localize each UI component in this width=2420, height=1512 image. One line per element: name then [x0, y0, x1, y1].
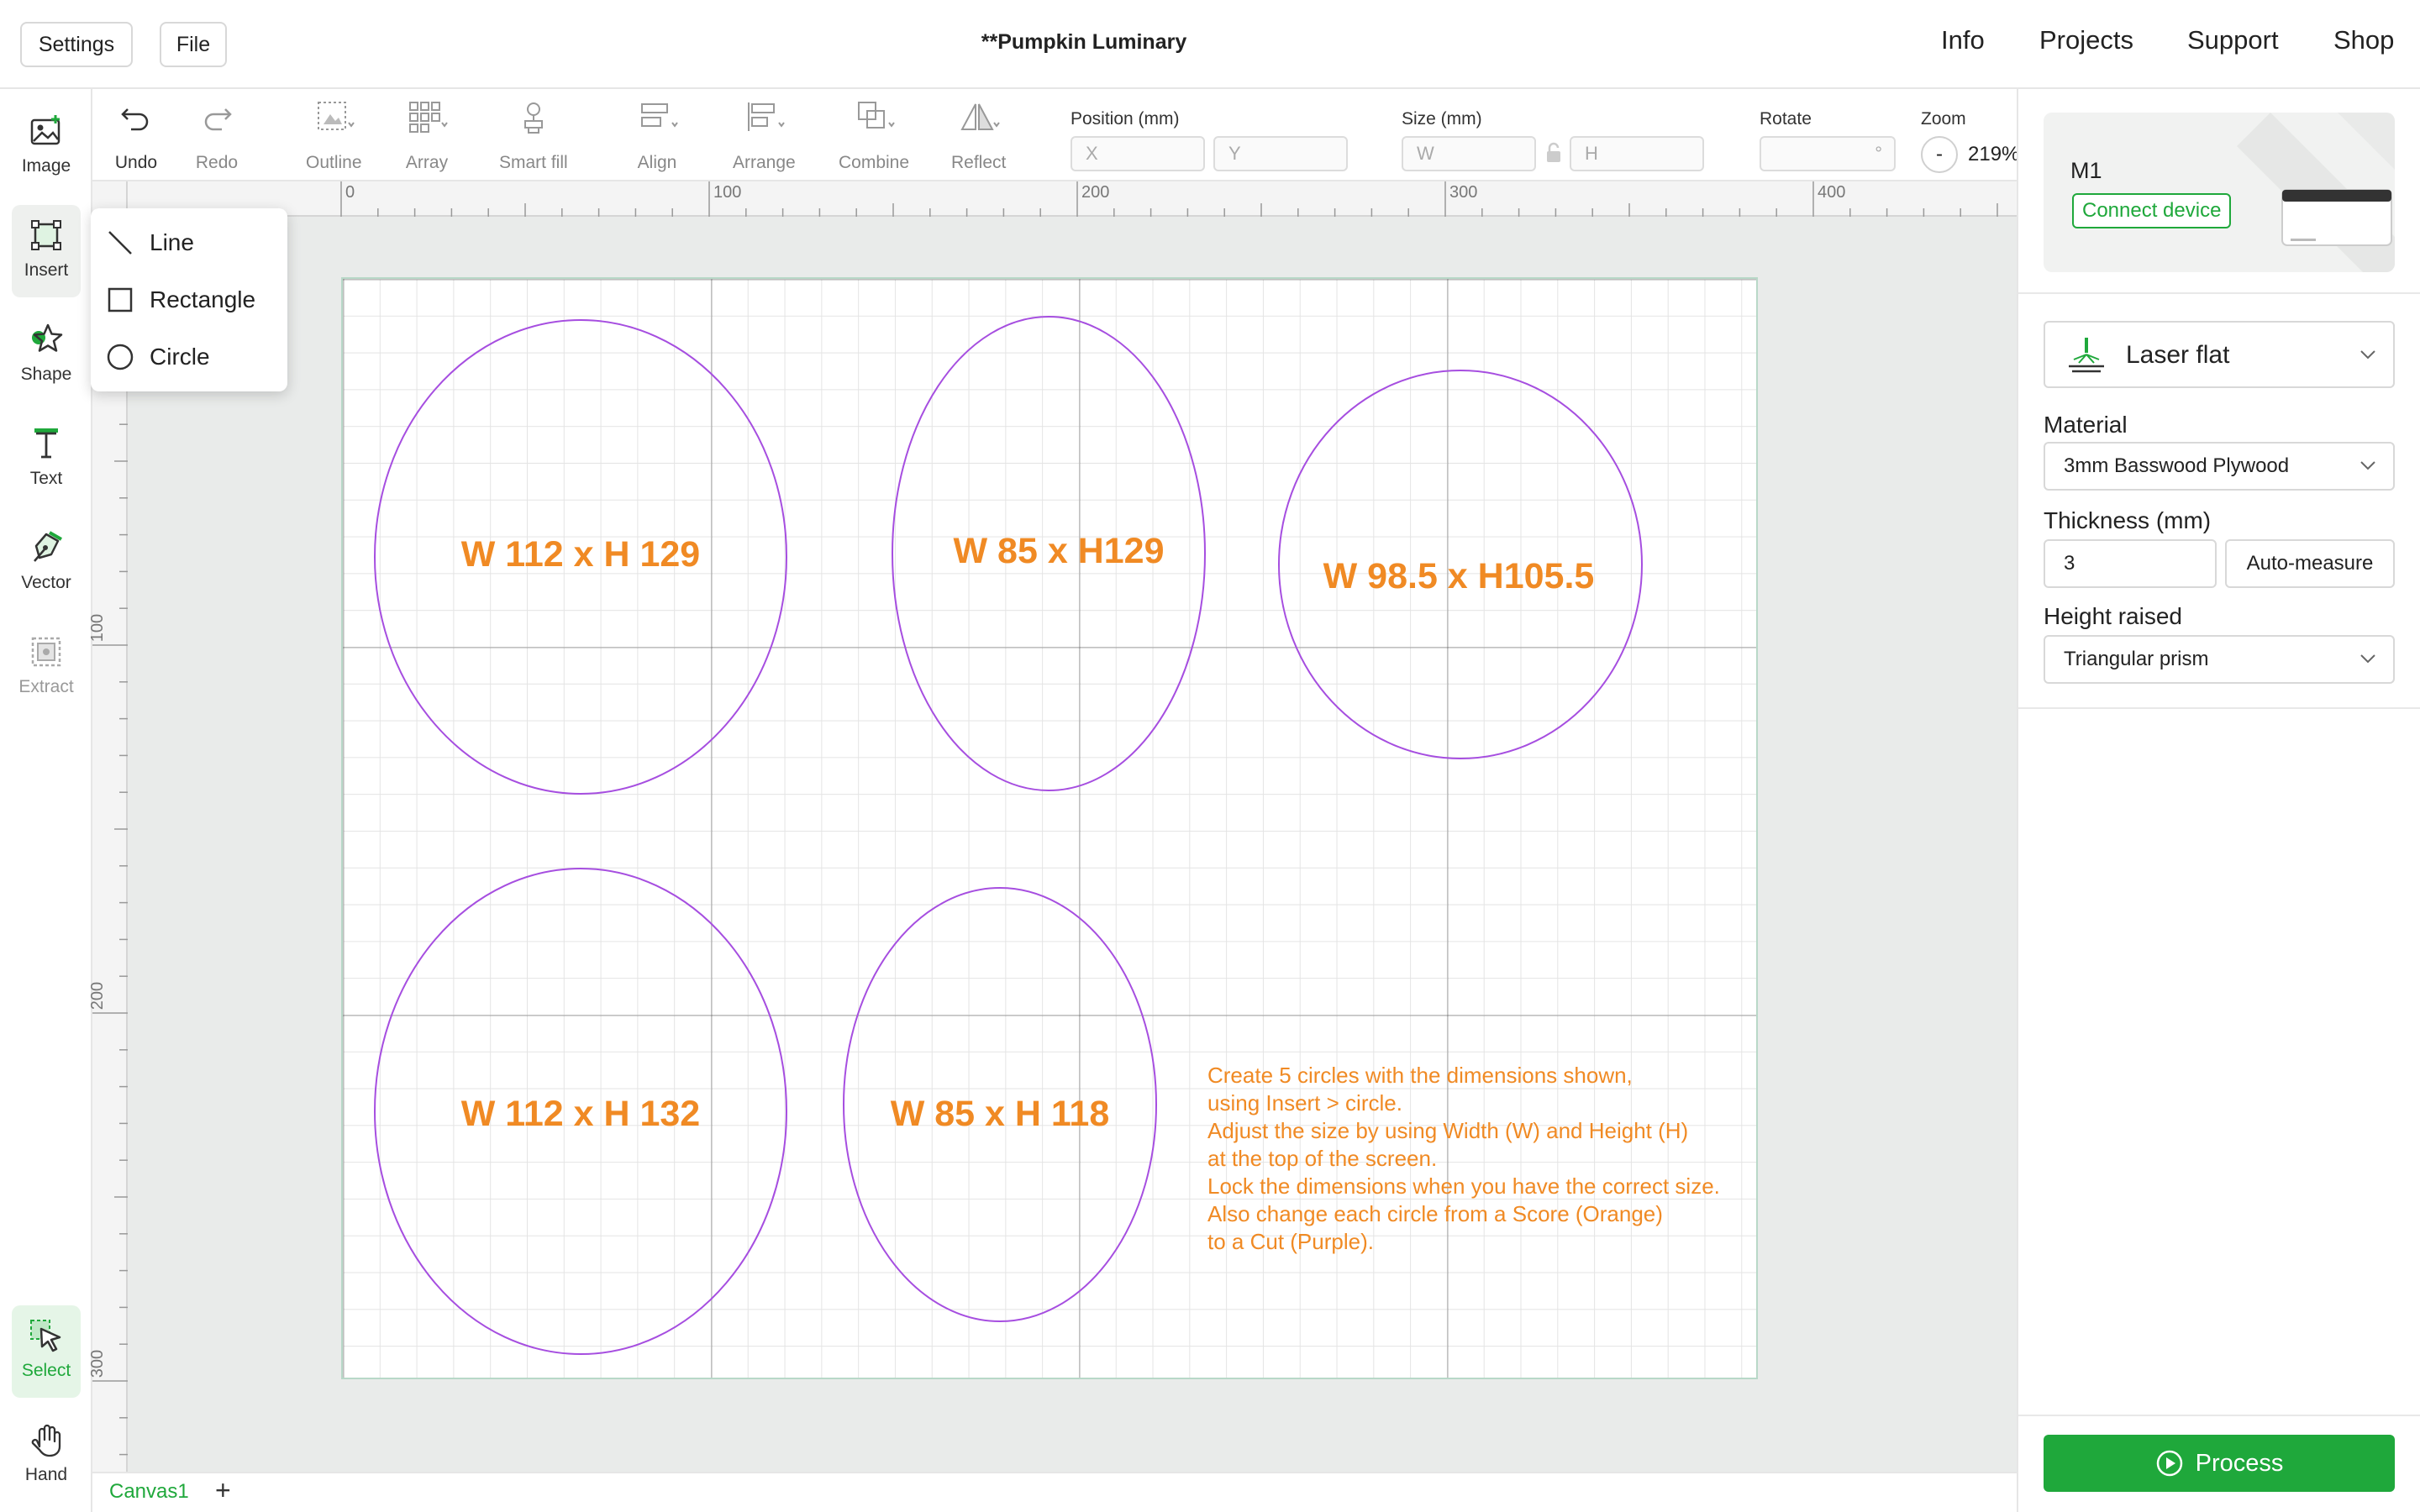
menu-item-label: Rectangle [150, 286, 256, 312]
device-name: M1 [2070, 158, 2102, 183]
material-select[interactable]: 3mm Basswood Plywood [2044, 442, 2395, 491]
rectangle-icon [108, 287, 133, 312]
process-label: Process [2195, 1449, 2284, 1477]
divider [2018, 1415, 2420, 1416]
divider [2018, 707, 2420, 709]
shape-label: W 98.5 x H105.5 [1323, 556, 1595, 596]
add-canvas-button[interactable]: + [215, 1475, 231, 1506]
tab-canvas1[interactable]: Canvas1 [109, 1480, 189, 1504]
shapes-layer [374, 316, 1643, 1355]
instruction-line: at the top of the screen. [1207, 1146, 1438, 1171]
thickness-input[interactable]: 3 [2044, 539, 2217, 588]
canvas-tabs-bar: Canvas1 + [92, 1472, 2017, 1512]
laser-icon [2069, 338, 2104, 373]
instruction-line: Adjust the size by using Width (W) and H… [1207, 1118, 1689, 1143]
divider [2018, 292, 2420, 294]
mode-value: Laser flat [2126, 341, 2230, 369]
insert-rectangle-item[interactable]: Rectangle [91, 272, 287, 328]
chevron-down-icon [2360, 350, 2375, 360]
mode-select[interactable]: Laser flat [2044, 321, 2395, 388]
insert-menu: Line Rectangle Circle [91, 208, 287, 391]
height-raised-value: Triangular prism [2064, 648, 2209, 670]
instruction-line: Create 5 circles with the dimensions sho… [1207, 1063, 1633, 1088]
thickness-label: Thickness (mm) [2044, 507, 2212, 533]
line-icon [108, 231, 132, 255]
chevron-down-icon [2360, 461, 2375, 470]
nav-support[interactable]: Support [2187, 25, 2279, 55]
shape-label: W 112 x H 129 [460, 534, 701, 575]
instruction-line: Lock the dimensions when you have the co… [1207, 1173, 1720, 1199]
auto-measure-button[interactable]: Auto-measure [2225, 539, 2395, 588]
device-illustration [2237, 113, 2395, 272]
shape-label: W 112 x H 132 [460, 1094, 701, 1134]
play-icon [2156, 1450, 2182, 1477]
nav-projects[interactable]: Projects [2039, 25, 2133, 55]
height-raised-select[interactable]: Triangular prism [2044, 635, 2395, 684]
device-card: M1 Connect device [2044, 113, 2395, 272]
connect-device-button[interactable]: Connect device [2072, 193, 2232, 228]
shape-label: W 85 x H 118 [890, 1094, 1110, 1134]
circle-icon [107, 344, 134, 370]
height-raised-label: Height raised [2044, 603, 2182, 629]
instruction-line: using Insert > circle. [1207, 1090, 1402, 1116]
instruction-line: to a Cut (Purple). [1207, 1229, 1374, 1254]
insert-line-item[interactable]: Line [91, 215, 287, 270]
material-value: 3mm Basswood Plywood [2064, 454, 2290, 477]
menu-item-label: Line [150, 229, 194, 255]
chevron-down-icon [2360, 654, 2375, 664]
instruction-line: Also change each circle from a Score (Or… [1207, 1201, 1663, 1226]
right-panel: M1 Connect device Laser flat Material 3m… [2017, 89, 2420, 1512]
material-label: Material [2044, 412, 2128, 438]
insert-circle-item[interactable]: Circle [91, 329, 287, 385]
menu-item-label: Circle [150, 344, 210, 370]
shape-label: W 85 x H129 [953, 531, 1165, 571]
nav-shop[interactable]: Shop [2333, 25, 2394, 55]
process-button[interactable]: Process [2044, 1435, 2395, 1492]
instructions-text: Create 5 circles with the dimensions sho… [1207, 1062, 1754, 1256]
